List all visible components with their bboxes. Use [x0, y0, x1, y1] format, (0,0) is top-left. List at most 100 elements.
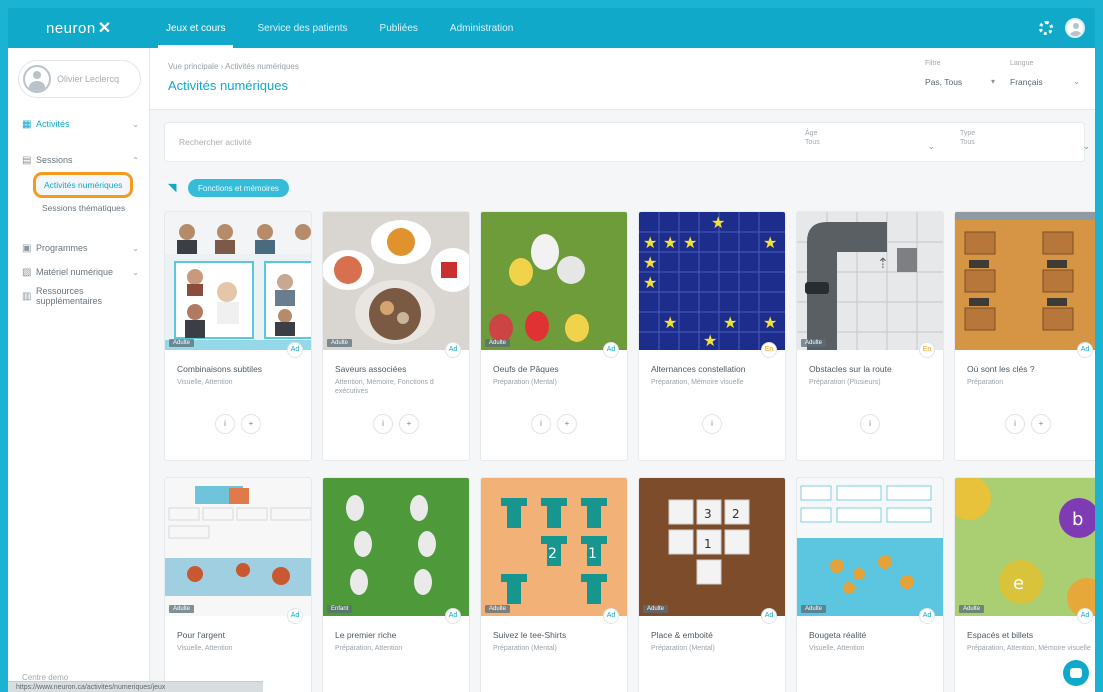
age-tag: Enfant [327, 605, 353, 613]
info-button[interactable]: i [860, 414, 880, 434]
sidebar-item-sessions[interactable]: ▤ Sessions ⌃ [8, 148, 149, 172]
level-badge: Ad [287, 342, 303, 358]
card-subtitle: Préparation, Mémoire visuelle [651, 379, 744, 386]
chat-button[interactable] [1063, 660, 1089, 686]
breadcrumb[interactable]: Vue principale › Activités numériques [168, 62, 299, 71]
select-label: Langue [1010, 60, 1034, 67]
add-button[interactable]: + [557, 414, 577, 434]
nav-tab-patients[interactable]: Service des patients [241, 8, 363, 48]
filter-label: Type [960, 130, 976, 137]
language-select[interactable]: Langue Français ⌄ [1010, 60, 1080, 94]
svg-text:b: b [1072, 509, 1083, 530]
chevron-down-icon: ⌄ [1082, 141, 1090, 151]
activity-thumbnail: Adulte [797, 478, 943, 616]
sidebar-item-label: Sessions [36, 155, 73, 165]
card-subtitle: Préparation (Mental) [493, 379, 557, 386]
activity-card[interactable]: Adulte Ad Saveurs associées Attention, M… [322, 211, 470, 461]
chevron-down-icon: ⌄ [927, 141, 935, 151]
info-button[interactable]: i [702, 414, 722, 434]
svg-text:2: 2 [548, 546, 557, 562]
card-subtitle: Préparation, Attention [335, 645, 403, 652]
sidebar-item-label: Matériel numérique [36, 267, 114, 277]
info-button[interactable]: i [373, 414, 393, 434]
add-button[interactable]: + [1031, 414, 1051, 434]
level-badge: Ad [1077, 608, 1093, 624]
info-button[interactable]: i [215, 414, 235, 434]
age-tag: Adulte [169, 605, 195, 613]
activity-card[interactable]: ★ ★ ★ ★ ★ ★ ★ ★ ★ ★ ★ En Alternances constellatio… [638, 211, 786, 461]
sidebar-item-material[interactable]: ▧ Matériel numérique ⌄ [8, 260, 149, 284]
svg-text:1: 1 [704, 537, 712, 551]
sidebar-item-activities[interactable]: ▦ Activités ⌄ [8, 112, 149, 136]
age-filter[interactable]: Âge Tous ⌄ [805, 129, 935, 151]
activity-card[interactable]: Ad Où sont les clés ? Préparation i + [954, 211, 1095, 461]
level-badge: Ad [761, 608, 777, 624]
nav-tab-admin[interactable]: Administration [434, 8, 529, 48]
svg-text:1: 1 [588, 546, 597, 562]
activity-card[interactable]: Adulte Ad Bougeta réalité Visuelle, Atte… [796, 477, 944, 692]
activity-thumbnail: ⇡ Adulte [797, 212, 943, 350]
filter-label: Âge [805, 130, 818, 137]
nav-tab-published[interactable]: Publiées [364, 8, 434, 48]
age-tag: Adulte [801, 605, 827, 613]
avatar-icon [23, 65, 51, 93]
activity-thumbnail: b e Adulte [955, 478, 1095, 616]
page-title: Activités numériques [168, 78, 288, 93]
svg-text:★: ★ [663, 233, 677, 252]
select-value: Pas, Tous [925, 77, 963, 87]
chevron-down-icon: ▾ [990, 77, 995, 86]
chat-icon [1070, 668, 1082, 678]
logo-mark-icon: ✕ [97, 20, 112, 37]
card-subtitle: Visuelle, Attention [177, 379, 233, 386]
age-tag: Adulte [959, 605, 985, 613]
logo[interactable]: neuron ✕ [8, 8, 150, 48]
filter-chip[interactable]: Fonctions et mémoires [188, 179, 289, 197]
activity-thumbnail: Adulte [481, 212, 627, 350]
filter-bar: Rechercher activité Âge Tous ⌄ Type Tous… [164, 122, 1090, 162]
nav-tabs: Jeux et cours Service des patients Publi… [150, 8, 529, 48]
sidebar-subitem-digital-activities[interactable]: Activités numériques [33, 172, 133, 198]
activity-card[interactable]: Adulte Ad Combinaisons subtiles Visuelle… [164, 211, 312, 461]
info-button[interactable]: i [531, 414, 551, 434]
level-badge: Ad [603, 342, 619, 358]
activity-card[interactable]: ⇡ Adulte En Obstacles sur la route Prépa… [796, 211, 944, 461]
nav-tab-games[interactable]: Jeux et cours [150, 8, 241, 48]
add-button[interactable]: + [241, 414, 261, 434]
svg-text:★: ★ [763, 233, 777, 252]
activity-thumbnail: 2 1 Adulte [481, 478, 627, 616]
search-input[interactable]: Rechercher activité [179, 137, 252, 147]
sidebar-subitem-thematic-sessions[interactable]: Sessions thématiques [8, 198, 149, 218]
user-name: Olivier Leclercq [57, 74, 120, 84]
svg-text:⇡: ⇡ [877, 256, 889, 272]
sidebar-item-label: Programmes [36, 243, 88, 253]
filter-select[interactable]: Filtre Pas, Tous ▾ [925, 60, 995, 94]
sidebar-item-label: Activités [36, 119, 70, 129]
grid-icon: ▦ [22, 118, 32, 130]
status-bar: https://www.neuron.ca/activites/numeriqu… [8, 681, 263, 692]
sidebar-item-programs[interactable]: ▣ Programmes ⌄ [8, 236, 149, 260]
gear-icon[interactable] [1039, 21, 1053, 35]
add-button[interactable]: + [399, 414, 419, 434]
user-avatar-icon[interactable] [1065, 18, 1085, 38]
activity-card[interactable]: Adulte Ad Pour l'argent Visuelle, Attent… [164, 477, 312, 692]
activity-card[interactable]: 3 2 1 Adulte Ad Place & emboité Préparat… [638, 477, 786, 692]
sidebar: Olivier Leclercq ▦ Activités ⌄ ▤ Session… [8, 48, 150, 692]
sidebar-item-resources[interactable]: ▥ Ressources supplémentaires [8, 284, 149, 308]
chevron-down-icon: ⌄ [132, 267, 139, 277]
card-title: Espacés et billets [967, 630, 1034, 640]
level-badge: Ad [445, 342, 461, 358]
activity-card[interactable]: Enfant Ad Le premier riche Préparation, … [322, 477, 470, 692]
user-selector[interactable]: Olivier Leclercq [18, 60, 141, 98]
level-badge: En [919, 342, 935, 358]
svg-text:★: ★ [643, 233, 657, 252]
activity-thumbnail [955, 212, 1095, 350]
svg-text:2: 2 [732, 507, 740, 521]
info-button[interactable]: i [1005, 414, 1025, 434]
type-filter[interactable]: Type Tous ⌄ [960, 129, 1090, 151]
resource-icon: ▥ [22, 290, 32, 302]
age-tag: Adulte [327, 339, 353, 347]
svg-text:3: 3 [704, 507, 712, 521]
activity-card[interactable]: Adulte Ad Oeufs de Pâques Préparation (M… [480, 211, 628, 461]
age-tag: Adulte [643, 605, 669, 613]
activity-card[interactable]: 2 1 Adulte Ad Suivez le tee-Shirts Prépa… [480, 477, 628, 692]
